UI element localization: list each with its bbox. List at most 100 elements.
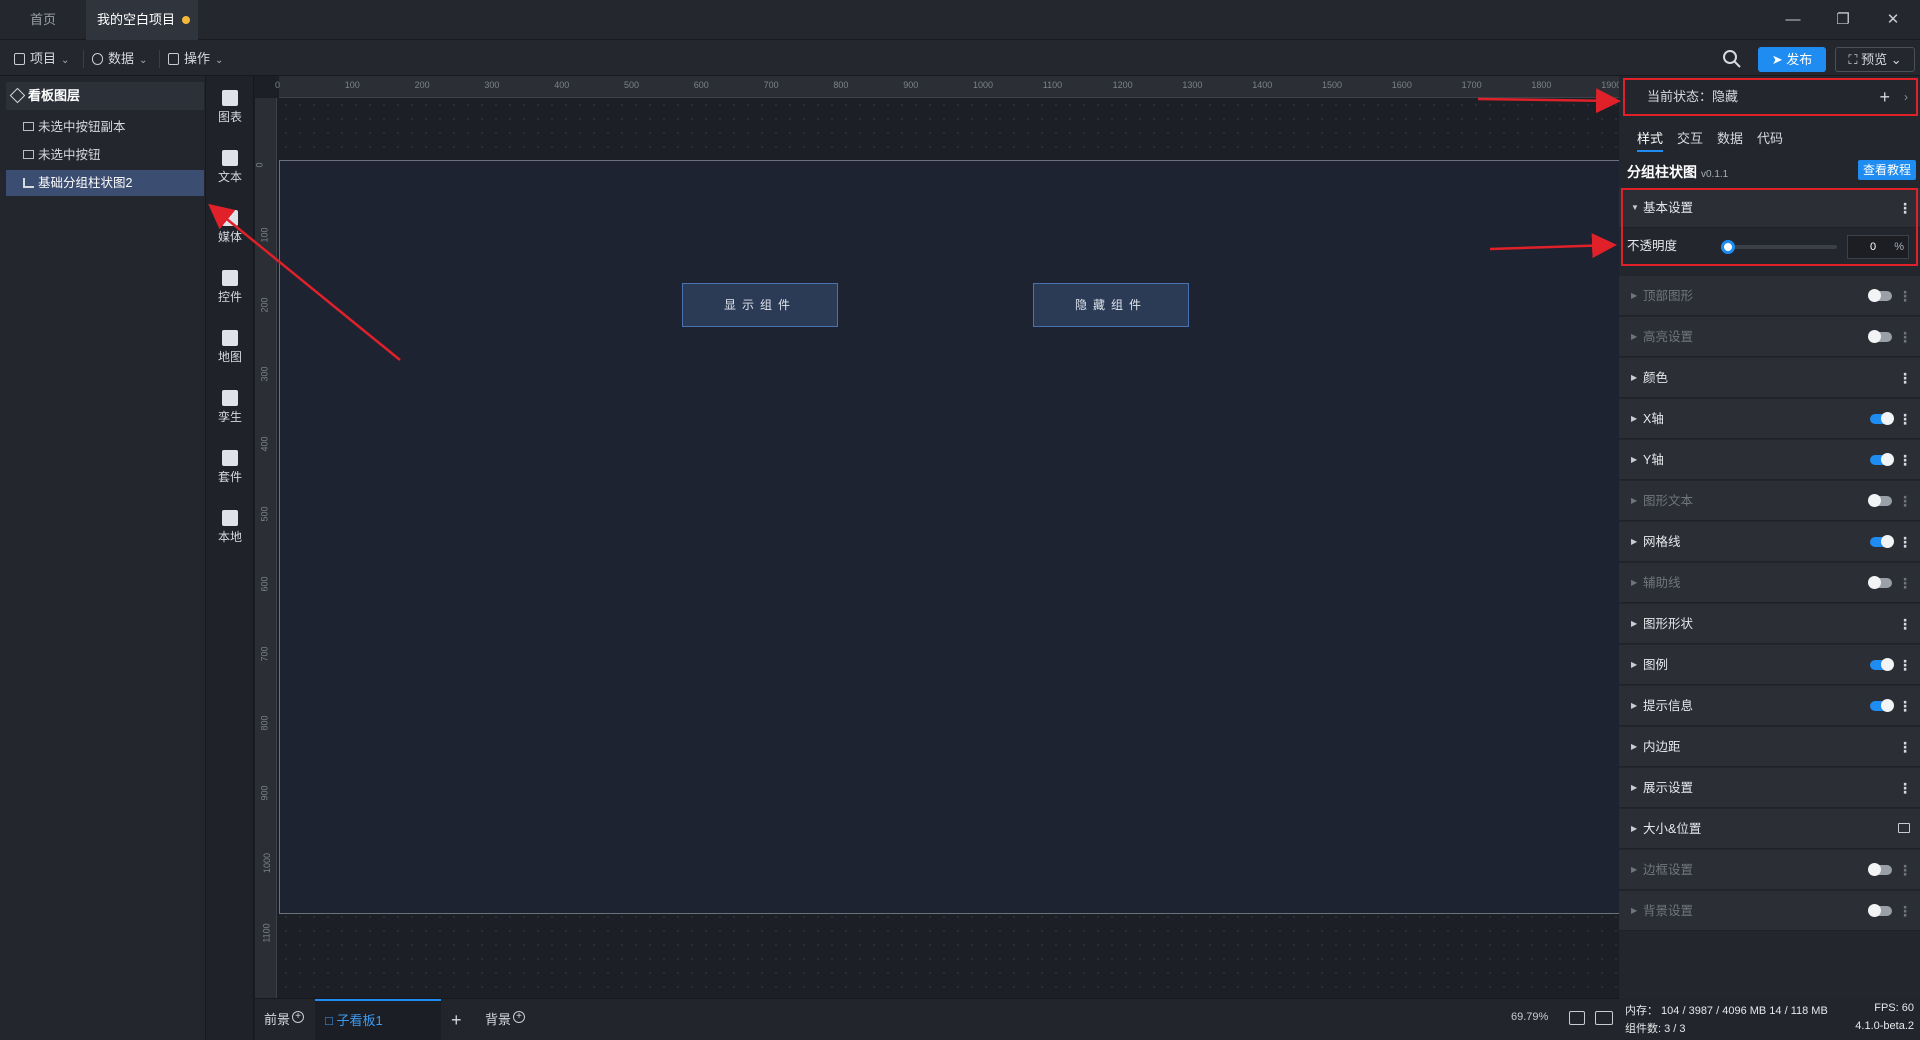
layer-item[interactable]: 未选中按钮 xyxy=(6,142,204,168)
property-section[interactable]: ▶ 图例 ⋮ xyxy=(1619,645,1920,685)
toggle-switch[interactable] xyxy=(1868,576,1892,589)
component-chart[interactable]: 图表 xyxy=(206,82,254,138)
tab-code[interactable]: 代码 xyxy=(1757,126,1783,152)
chevron-right-icon[interactable]: › xyxy=(1904,80,1908,114)
property-section[interactable]: ▶ 内边距 ⋮ xyxy=(1619,727,1920,767)
property-section[interactable]: ▶ 网格线 ⋮ xyxy=(1619,522,1920,562)
tab-style[interactable]: 样式 xyxy=(1637,126,1664,152)
component-control[interactable]: 控件 xyxy=(206,262,254,318)
more-icon[interactable]: ⋮ xyxy=(1898,686,1912,726)
toggle-switch[interactable] xyxy=(1870,412,1894,425)
menu-project[interactable]: 项目 ⌄ xyxy=(14,48,69,70)
toggle-switch[interactable] xyxy=(1870,535,1894,548)
chevron-down-icon: ⌄ xyxy=(61,55,70,66)
tab-foreground[interactable]: 前景 + xyxy=(264,1009,305,1031)
property-section[interactable]: ▶ 高亮设置 ⋮ xyxy=(1619,317,1920,357)
tab-data[interactable]: 数据 xyxy=(1717,126,1743,152)
view-tutorial-button[interactable]: 查看教程 xyxy=(1858,160,1916,180)
more-icon[interactable]: ⋮ xyxy=(1898,604,1912,644)
button-layer-icon xyxy=(23,122,34,131)
publish-button[interactable]: ➤ 发布 xyxy=(1758,47,1826,72)
property-section[interactable]: ▶ X轴 ⋮ xyxy=(1619,399,1920,439)
component-media[interactable]: 媒体 xyxy=(206,202,254,258)
property-section[interactable]: ▶ Y轴 ⋮ xyxy=(1619,440,1920,480)
property-section[interactable]: ▶ 背景设置 ⋮ xyxy=(1619,891,1920,931)
more-icon[interactable]: ⋮ xyxy=(1898,276,1912,316)
show-component-button[interactable]: 显示组件 xyxy=(682,283,838,327)
status-bar: 内存： 104 / 3987 / 4096 MB 14 / 118 MB FPS… xyxy=(1619,998,1920,1040)
lock-icon[interactable] xyxy=(1898,823,1910,833)
app-version: 4.1.0-beta.2 xyxy=(1855,1020,1914,1032)
menu-data[interactable]: 数据 ⌄ xyxy=(92,48,147,70)
toggle-switch[interactable] xyxy=(1870,699,1894,712)
property-section[interactable]: ▶ 大小&位置 xyxy=(1619,809,1920,849)
component-map[interactable]: 地图 xyxy=(206,322,254,378)
layer-item[interactable]: 未选中按钮副本 xyxy=(6,114,204,140)
more-icon[interactable]: ⋮ xyxy=(1898,440,1912,480)
toggle-switch[interactable] xyxy=(1868,904,1892,917)
layer-item-selected[interactable]: 基础分组柱状图2 xyxy=(6,170,204,196)
memory-status: 内存： 104 / 3987 / 4096 MB 14 / 118 MB xyxy=(1625,1005,1828,1017)
caret-right-icon: ▶ xyxy=(1631,373,1638,382)
component-local[interactable]: 本地 xyxy=(206,502,254,558)
add-board-icon[interactable]: + xyxy=(451,1009,462,1031)
add-circle-icon[interactable]: + xyxy=(513,1011,526,1023)
property-section[interactable]: ▶ 图形形状 ⋮ xyxy=(1619,604,1920,644)
property-section[interactable]: ▶ 辅助线 ⋮ xyxy=(1619,563,1920,603)
property-section[interactable]: ▶ 提示信息 ⋮ xyxy=(1619,686,1920,726)
component-twin[interactable]: 孪生 xyxy=(206,382,254,438)
toggle-switch[interactable] xyxy=(1868,289,1892,302)
toggle-switch[interactable] xyxy=(1868,494,1892,507)
more-icon[interactable]: ⋮ xyxy=(1898,768,1912,808)
keyboard-icon[interactable] xyxy=(1595,1011,1613,1025)
more-icon[interactable]: ⋮ xyxy=(1898,891,1912,931)
zoom-level[interactable]: 69.79% xyxy=(1511,1011,1548,1023)
more-icon[interactable]: ⋮ xyxy=(1898,522,1912,562)
tab-sub-board[interactable]: □ 子看板1 xyxy=(315,999,441,1040)
more-icon[interactable]: ⋮ xyxy=(1898,727,1912,767)
fit-screen-icon[interactable] xyxy=(1569,1011,1585,1025)
restore-icon[interactable]: ❐ xyxy=(1818,0,1868,40)
property-section[interactable]: ▶ 顶部图形 ⋮ xyxy=(1619,276,1920,316)
more-icon[interactable]: ⋮ xyxy=(1898,850,1912,890)
more-icon[interactable]: ⋮ xyxy=(1898,317,1912,357)
tab-home[interactable]: 首页 xyxy=(0,0,86,40)
file-icon xyxy=(14,53,25,65)
more-icon[interactable]: ⋮ xyxy=(1898,358,1912,398)
close-icon[interactable]: ✕ xyxy=(1868,0,1918,40)
section-label: 图形文本 xyxy=(1643,494,1694,508)
chevron-down-icon: ⌄ xyxy=(215,55,224,66)
component-suite[interactable]: 套件 xyxy=(206,442,254,498)
more-icon[interactable]: ⋮ xyxy=(1898,645,1912,685)
tab-interaction[interactable]: 交互 xyxy=(1677,126,1703,152)
property-section[interactable]: ▶ 边框设置 ⋮ xyxy=(1619,850,1920,890)
add-circle-icon[interactable]: + xyxy=(292,1011,305,1023)
more-icon[interactable]: ⋮ xyxy=(1898,481,1912,521)
toggle-switch[interactable] xyxy=(1870,658,1894,671)
component-text[interactable]: 文本 xyxy=(206,142,254,198)
canvas-area[interactable]: 0 100 200 300 400 500 600 700 800 900 1000 1100 1200… xyxy=(255,76,1619,998)
current-state-label: 当前状态：隐藏 xyxy=(1647,89,1739,104)
menu-ops[interactable]: 操作 ⌄ xyxy=(168,48,223,70)
chevron-down-icon: ⌄ xyxy=(1887,52,1902,67)
toggle-switch[interactable] xyxy=(1870,453,1894,466)
property-section[interactable]: ▶ 展示设置 ⋮ xyxy=(1619,768,1920,808)
dashboard-board[interactable] xyxy=(279,160,1619,914)
tab-background[interactable]: 背景 + xyxy=(485,1009,526,1031)
publish-label: 发布 xyxy=(1786,52,1813,67)
toggle-switch[interactable] xyxy=(1868,863,1892,876)
add-state-icon[interactable]: + xyxy=(1879,80,1890,114)
ruler-tick-label: 1500 xyxy=(1322,80,1343,90)
hide-component-button[interactable]: 隐藏组件 xyxy=(1033,283,1189,327)
preview-button[interactable]: ⛶ 预览 ⌄ xyxy=(1835,47,1915,72)
property-section[interactable]: ▶ 图形文本 ⋮ xyxy=(1619,481,1920,521)
current-state-row[interactable]: 当前状态：隐藏 + › xyxy=(1623,78,1918,116)
more-icon[interactable]: ⋮ xyxy=(1898,563,1912,603)
toggle-switch[interactable] xyxy=(1868,330,1892,343)
ruler-tick-label: 1600 xyxy=(1391,80,1412,90)
more-icon[interactable]: ⋮ xyxy=(1898,399,1912,439)
property-section[interactable]: ▶ 颜色 ⋮ xyxy=(1619,358,1920,398)
minimize-icon[interactable]: — xyxy=(1768,0,1818,40)
tab-project[interactable]: 我的空白项目 xyxy=(86,0,198,40)
search-icon[interactable] xyxy=(1720,47,1744,71)
